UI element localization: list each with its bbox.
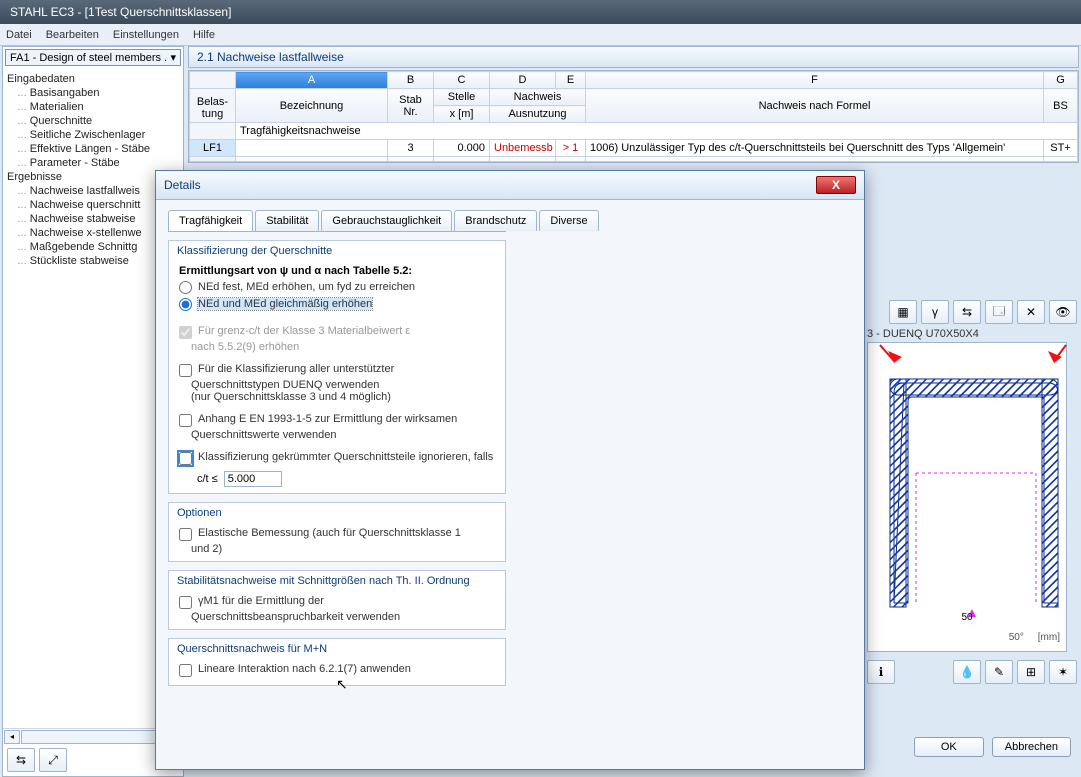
preview-tool-2[interactable]: γ (921, 300, 949, 324)
results-grid[interactable]: A B C D E F G Belas- tung Bezeichnung St… (188, 70, 1079, 163)
tab-gebrauchstauglichkeit[interactable]: Gebrauchstauglichkeit (321, 210, 452, 231)
group-mn: Querschnittsnachweis für M+N Lineare Int… (168, 638, 506, 686)
grid-row[interactable]: LF1 3 0.000 Unbemessb > 1 1006) Unzuläss… (190, 140, 1078, 157)
sidebar-tool-2[interactable]: ⤢ (39, 748, 67, 772)
info-icon[interactable]: ℹ (867, 660, 895, 684)
window-title: STAHL EC3 - [1Test Querschnittsklassen] (10, 5, 231, 19)
group-optionen: Optionen Elastische Bemessung (auch für … (168, 502, 506, 562)
col-F[interactable]: F (586, 72, 1044, 89)
col-B[interactable]: B (388, 72, 434, 89)
preview-tool-4[interactable]: 🗔 (985, 300, 1013, 324)
chk-duenq[interactable] (179, 364, 192, 377)
tree-group-eingabedaten[interactable]: Eingabedaten (5, 72, 181, 86)
grid-group-row: Tragfähigkeitsnachweise (236, 123, 1078, 140)
section-title: 2.1 Nachweise lastfallweise (188, 46, 1079, 68)
chk-anhang-e[interactable] (179, 414, 192, 427)
tree-item[interactable]: Effektive Längen - Stäbe (15, 142, 181, 156)
tab-stabilitaet[interactable]: Stabilität (255, 210, 319, 231)
tree-item[interactable]: Basisangaben (15, 86, 181, 100)
preview-bottool-3[interactable]: ⊞ (1017, 660, 1045, 684)
preview-bottool-1[interactable]: 💧 (953, 660, 981, 684)
group-klassifizierung: Klassifizierung der Querschnitte Ermittl… (168, 240, 506, 494)
menu-hilfe[interactable]: Hilfe (193, 29, 215, 41)
dialog-right-empty (518, 210, 852, 686)
preview-bottool-2[interactable]: ✎ (985, 660, 1013, 684)
ratio-input[interactable] (224, 471, 282, 487)
preview-bottool-4[interactable]: ✶ (1049, 660, 1077, 684)
col-D[interactable]: D (490, 72, 556, 89)
tree-item[interactable]: Parameter - Stäbe (15, 156, 181, 170)
menubar: Datei Bearbeiten Einstellungen Hilfe (0, 24, 1081, 46)
preview-tool-5[interactable]: ✕ (1017, 300, 1045, 324)
details-dialog: Details X Tragfähigkeit Stabilität Gebra… (155, 170, 865, 770)
dialog-title: Details (164, 178, 201, 192)
preview-canvas[interactable]: 50 50° [mm] (867, 342, 1067, 652)
radio-ned-med[interactable] (179, 298, 192, 311)
chk-grenz-ct (179, 326, 192, 339)
preview-tool-eye[interactable]: 👁 (1049, 300, 1077, 324)
tab-tragfaehigkeit[interactable]: Tragfähigkeit (168, 210, 253, 231)
preview-title: 3 - DUENQ U70X50X4 (867, 328, 1077, 340)
tree-item[interactable]: Seitliche Zwischenlager (15, 128, 181, 142)
preview-pane: ▦ γ ⇆ 🗔 ✕ 👁 3 - DUENQ U70X50X4 (867, 300, 1077, 684)
col-E[interactable]: E (556, 72, 586, 89)
chk-linear[interactable] (179, 664, 192, 677)
preview-tool-3[interactable]: ⇆ (953, 300, 981, 324)
scroll-left-icon[interactable]: ◂ (4, 730, 20, 744)
chk-elastisch[interactable] (179, 528, 192, 541)
chevron-down-icon: ▾ (170, 51, 176, 64)
module-dropdown[interactable]: FA1 - Design of steel members . ▾ (5, 49, 181, 66)
menu-einstellungen[interactable]: Einstellungen (113, 29, 179, 41)
chk-gekruemmt[interactable] (179, 452, 192, 465)
preview-tool-1[interactable]: ▦ (889, 300, 917, 324)
ok-button[interactable]: OK (914, 737, 984, 757)
cross-section-icon (868, 343, 1068, 653)
chk-gamma-m1[interactable] (179, 596, 192, 609)
tree-item[interactable]: Materialien (15, 100, 181, 114)
close-button[interactable]: X (816, 176, 856, 194)
menu-bearbeiten[interactable]: Bearbeiten (46, 29, 99, 41)
group-stabilitaet: Stabilitätsnachweise mit Schnittgrößen n… (168, 570, 506, 630)
col-C[interactable]: C (434, 72, 490, 89)
tree-item[interactable]: Querschnitte (15, 114, 181, 128)
window-titlebar: STAHL EC3 - [1Test Querschnittsklassen] (0, 0, 1081, 24)
cancel-button[interactable]: Abbrechen (992, 737, 1071, 757)
dim-label: 50 (868, 612, 1066, 623)
sidebar-tool-1[interactable]: ⇆ (7, 748, 35, 772)
menu-datei[interactable]: Datei (6, 29, 32, 41)
cell-lf[interactable]: LF1 (190, 140, 236, 157)
col-G[interactable]: G (1044, 72, 1078, 89)
radio-ned-fest[interactable] (179, 281, 192, 294)
ratio-label: c/t ≤ (197, 473, 218, 485)
col-A[interactable]: A (236, 72, 388, 89)
dialog-tabs: Tragfähigkeit Stabilität Gebrauchstaugli… (168, 210, 506, 232)
